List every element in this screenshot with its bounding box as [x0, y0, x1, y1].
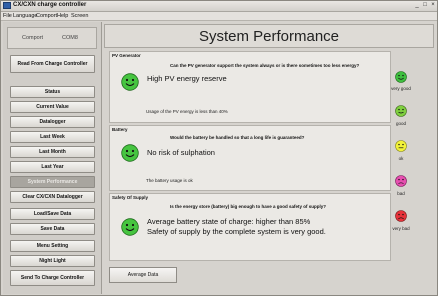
good-legend-icon [392, 104, 410, 122]
panel-answer-line-2: Safety of supply by the complete system … [147, 227, 326, 236]
panel-title: Safety Of Supply [112, 195, 149, 200]
battery-panel: Battery Would the battery be handled so … [109, 125, 391, 191]
main-content: System Performance PV Generator Can the … [104, 22, 437, 294]
menu-help[interactable]: Help [57, 13, 68, 19]
panel-answer: No risk of sulphation [147, 148, 215, 157]
load-save-data-button[interactable]: Load/Save Data [10, 208, 95, 220]
datalogger-button[interactable]: Datalogger [10, 116, 95, 128]
comport-value: COM8 [62, 35, 78, 41]
menu-bar: File Language Comport Help Screen [1, 12, 437, 21]
clear-datalogger-button[interactable]: Clear CX/CXN Datalogger [10, 191, 95, 203]
panel-question: Is the energy store (battery) big enough… [170, 204, 327, 209]
menu-screen[interactable]: Screen [71, 13, 88, 19]
last-year-button[interactable]: Last Year [10, 161, 95, 173]
title-bar: CX/CXN charge controller _ □ × [1, 1, 437, 12]
status-button[interactable]: Status [10, 86, 95, 98]
panel-detail: Usage of the PV energy is less than 40% [146, 109, 228, 114]
menu-setting-button[interactable]: Menu Setting [10, 240, 95, 252]
panel-answer-line-1: Average battery state of charge: higher … [147, 217, 311, 226]
legend-label-ok: ok [398, 156, 404, 161]
app-window: CX/CXN charge controller _ □ × File Lang… [0, 0, 438, 296]
legend-label-good: good [395, 121, 406, 126]
panel-question: Would the battery be handled so that a l… [170, 135, 305, 140]
panel-detail: The battery usage is ok [146, 178, 193, 183]
pv-generator-panel: PV Generator Can the PV generator suppor… [109, 51, 391, 123]
panel-title: Battery [112, 127, 128, 132]
save-data-button[interactable]: Save Data [10, 223, 95, 235]
safety-of-supply-panel: Safety Of Supply Is the energy store (ba… [109, 193, 391, 261]
panel-answer: High PV energy reserve [147, 74, 227, 83]
maximize-button[interactable]: □ [421, 2, 429, 9]
last-week-button[interactable]: Last Week [10, 131, 95, 143]
menu-language[interactable]: Language [13, 13, 37, 19]
comport-box: Comport COM8 [7, 27, 97, 49]
legend-label-very-good: very good [391, 86, 411, 91]
night-light-button[interactable]: Night Light [10, 255, 95, 267]
page-title: System Performance [198, 28, 340, 45]
very-good-smiley-icon [121, 73, 139, 91]
very-bad-legend-icon [392, 209, 410, 227]
sidebar: Comport COM8 Read From Charge Controller… [3, 22, 102, 294]
average-data-button[interactable]: Average Data [109, 267, 177, 283]
send-to-controller-button[interactable]: Send To Charge Controller [10, 270, 95, 286]
comport-label: Comport [22, 35, 44, 41]
legend-label-bad: bad [397, 191, 405, 196]
last-month-button[interactable]: Last Month [10, 146, 95, 158]
panel-title: PV Generator [112, 53, 141, 58]
close-button[interactable]: × [429, 2, 437, 9]
very-good-smiley-icon [121, 144, 139, 162]
system-performance-button[interactable]: System Performance [10, 176, 95, 188]
bad-legend-icon [392, 174, 410, 192]
panel-question: Can the PV generator support the system … [170, 63, 360, 68]
ok-legend-icon [392, 139, 410, 157]
app-icon [3, 2, 11, 9]
minimize-button[interactable]: _ [413, 2, 421, 9]
current-value-button[interactable]: Current Value [10, 101, 95, 113]
page-header: System Performance [104, 24, 434, 48]
very-good-smiley-icon [121, 218, 139, 236]
menu-comport[interactable]: Comport [36, 13, 57, 19]
menu-file[interactable]: File [3, 13, 12, 19]
window-title: CX/CXN charge controller [13, 2, 87, 8]
read-from-controller-button[interactable]: Read From Charge Controller [10, 55, 95, 73]
legend-label-very-bad: very bad [392, 226, 410, 231]
